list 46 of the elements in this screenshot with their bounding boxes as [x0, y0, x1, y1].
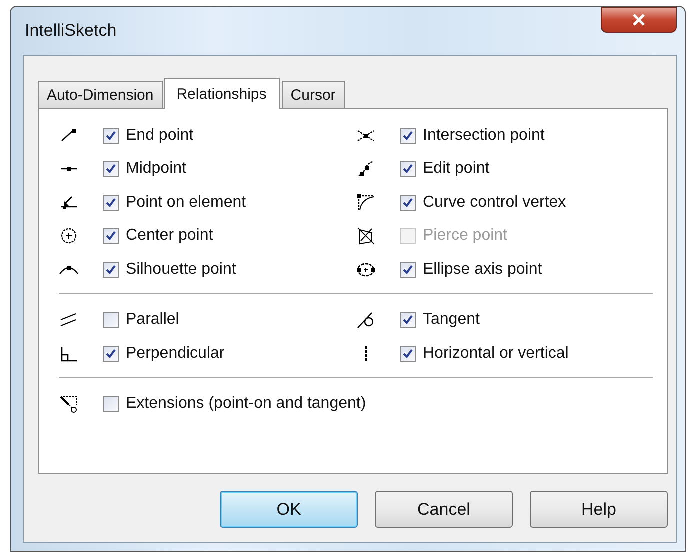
checkbox[interactable] [103, 262, 119, 278]
checkbox[interactable] [103, 228, 119, 244]
option-label: Horizontal or vertical [423, 344, 569, 363]
tangent-circle-icon [356, 310, 376, 330]
option-label: Edit point [423, 160, 490, 178]
checkbox[interactable] [400, 194, 416, 211]
option-label: Parallel [126, 311, 180, 330]
option-label: Center point [126, 227, 214, 246]
option-label: Point on element [126, 194, 246, 212]
checkbox[interactable] [103, 194, 119, 211]
tab[interactable]: Relationships [164, 78, 280, 109]
control-vertex-icon [356, 192, 376, 213]
option-label: Curve control vertex [423, 194, 566, 212]
dialog-button[interactable]: Help [530, 491, 668, 528]
vertical-line-icon [364, 344, 368, 363]
option-label: Pierce point [423, 227, 508, 246]
tab[interactable]: Cursor [282, 81, 345, 108]
pierce-plane-icon [356, 226, 376, 246]
checkbox[interactable] [400, 128, 416, 144]
checkbox[interactable] [400, 312, 416, 328]
option-label: Midpoint [126, 160, 186, 178]
dialog-button[interactable]: Cancel [375, 491, 513, 528]
close-icon [631, 14, 647, 26]
option-label: Ellipse axis point [423, 260, 542, 279]
window-title: IntelliSketch [25, 21, 117, 41]
checkbox[interactable] [400, 161, 416, 178]
checkbox[interactable] [400, 262, 416, 278]
option-label: Tangent [423, 311, 480, 330]
option-label: Intersection point [423, 126, 545, 145]
checkbox[interactable] [400, 346, 416, 362]
checkbox[interactable] [103, 161, 119, 178]
close-button[interactable] [601, 7, 677, 33]
checkbox[interactable] [103, 312, 119, 328]
checkbox[interactable] [103, 396, 119, 412]
arc-point-icon [59, 264, 79, 275]
circle-center-icon [59, 226, 79, 246]
tab[interactable]: Auto-Dimension [38, 81, 163, 108]
checkbox[interactable] [103, 346, 119, 362]
option-label: Extensions (point-on and tangent) [126, 395, 366, 414]
checkbox[interactable] [103, 128, 119, 144]
option-label: Perpendicular [126, 344, 225, 363]
dialog-button[interactable]: OK [220, 491, 358, 528]
line-midpoint-icon [59, 166, 79, 172]
extension-line-icon [59, 394, 79, 414]
option-label: Silhouette point [126, 260, 236, 279]
option-label: End point [126, 126, 194, 145]
